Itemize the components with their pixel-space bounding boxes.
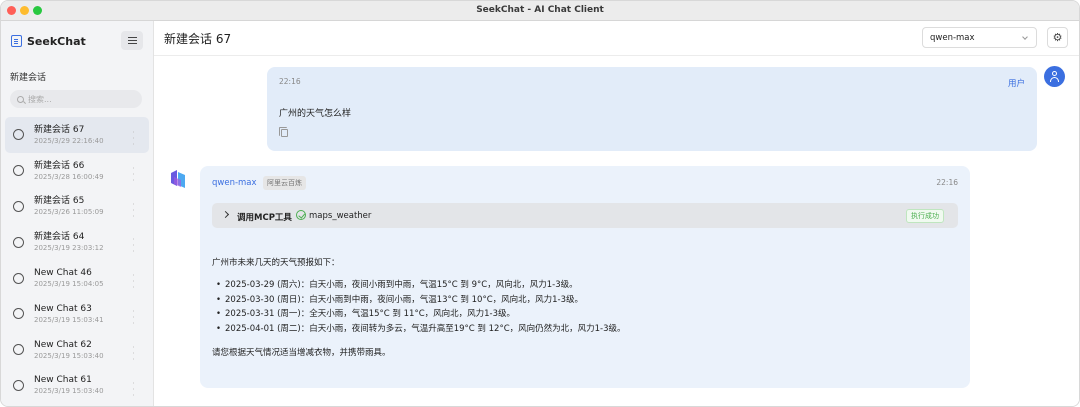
model-select[interactable]: qwen-max — [922, 27, 1037, 48]
document-icon — [11, 35, 22, 47]
chevron-down-icon — [1022, 34, 1028, 40]
brand: SeekChat — [11, 33, 86, 49]
search-placeholder: 搜索... — [28, 94, 52, 104]
sidebar: SeekChat 新建会话 搜索... 新建会话 67 2025/3/29 22… — [1, 21, 154, 406]
more-options-icon[interactable]: · · · — [132, 129, 135, 149]
conversation-item[interactable]: 新建会话 67 2025/3/29 22:16:40 ··· — [5, 117, 149, 153]
toggle-sidebar-button[interactable] — [121, 31, 143, 50]
more-options-icon[interactable]: · · · — [132, 307, 135, 327]
chat-bubble-icon — [13, 271, 24, 284]
list-item: 2025-04-01 (周二)：白天小雨，夜间转为多云，气温升高至19°C 到 … — [216, 322, 626, 337]
chat-bubble-icon — [13, 199, 24, 212]
tool-call-label: 调用MCP工具 — [237, 213, 292, 223]
conversation-title: New Chat 46 — [34, 268, 92, 279]
conversation-title: 新建会话 67 — [34, 124, 85, 135]
conversation-item[interactable]: New Chat 61 2025/3/19 15:03:40 ··· — [5, 368, 149, 404]
user-message: 22:16 用户 广州的天气怎么样 — [267, 67, 1037, 151]
assistant-logo-icon — [171, 170, 185, 188]
settings-button[interactable]: ⚙ — [1047, 27, 1068, 48]
conversation-date: 2025/3/26 11:05:09 — [34, 208, 104, 217]
chat-main: 新建会话 67 qwen-max ⚙ 22:16 用户 广州的天气怎么样 qwe… — [154, 21, 1079, 406]
user-icon — [1050, 71, 1059, 82]
more-options-icon[interactable]: · · · — [132, 200, 135, 220]
conversation-date: 2025/3/29 22:16:40 — [34, 136, 104, 145]
response-intro: 广州市未来几天的天气预报如下： — [212, 258, 340, 268]
conversation-title: 新建会话 64 — [34, 232, 85, 243]
message-sender: 用户 — [1007, 79, 1025, 89]
conversation-date: 2025/3/19 15:03:40 — [34, 351, 104, 360]
conversation-item[interactable]: 新建会话 64 2025/3/19 23:03:12 ··· — [5, 224, 149, 260]
list-item: 2025-03-30 (周日)：白天小雨到中雨，夜间小雨，气温13°C 到 10… — [216, 293, 626, 308]
conversation-item[interactable]: New Chat 62 2025/3/19 15:03:40 ··· — [5, 332, 149, 368]
list-item: 2025-03-29 (周六)：白天小雨，夜间小雨到中雨，气温15°C 到 9°… — [216, 278, 626, 293]
more-options-icon[interactable]: · · · — [132, 379, 135, 399]
list-item: 2025-03-31 (周一)：全天小雨，气温15°C 到 11°C，风向北，风… — [216, 307, 626, 322]
brand-name: SeekChat — [27, 34, 86, 48]
chat-bubble-icon — [13, 127, 24, 141]
provider-badge: 阿里云百炼 — [263, 176, 306, 190]
conversation-date: 2025/3/28 16:00:49 — [34, 172, 104, 181]
chat-bubble-icon — [13, 163, 24, 177]
conversation-title: New Chat 62 — [34, 339, 92, 350]
more-options-icon[interactable]: · · · — [132, 236, 135, 256]
message-time: 22:16 — [279, 77, 301, 86]
message-text: 广州的天气怎么样 — [279, 109, 352, 119]
page-title: 新建会话 67 — [164, 32, 232, 46]
assistant-model-name: qwen-max — [212, 178, 257, 188]
conversation-date: 2025/3/19 15:03:41 — [34, 315, 104, 324]
app-window: SeekChat - AI Chat Client SeekChat 新建会话 … — [0, 0, 1080, 407]
menu-icon — [127, 37, 137, 44]
chevron-right-icon — [221, 210, 230, 219]
conversation-item[interactable]: 新建会话 66 2025/3/28 16:00:49 ··· — [5, 153, 149, 189]
chat-bubble-icon — [13, 378, 24, 391]
conversation-item[interactable]: New Chat 63 2025/3/19 15:03:41 ··· — [5, 296, 149, 332]
conversation-date: 2025/3/19 15:03:40 — [34, 387, 104, 396]
more-options-icon[interactable]: · · · — [132, 164, 135, 184]
forecast-list: 2025-03-29 (周六)：白天小雨，夜间小雨到中雨，气温15°C 到 9°… — [216, 278, 626, 336]
response-advice: 请您根据天气情况适当增减衣物，并携带雨具。 — [212, 348, 391, 358]
window-title: SeekChat - AI Chat Client — [476, 5, 604, 15]
more-options-icon[interactable]: · · · — [132, 272, 135, 292]
tool-name: maps_weather — [309, 211, 372, 221]
conversation-item[interactable]: New Chat 46 2025/3/19 15:04:05 ··· — [5, 260, 149, 296]
title-bar: SeekChat - AI Chat Client — [1, 1, 1079, 21]
check-circle-icon — [296, 210, 306, 220]
chat-bubble-icon — [13, 235, 24, 248]
conversation-date: 2025/3/19 15:04:05 — [34, 280, 104, 289]
message-time: 22:16 — [936, 178, 958, 187]
more-options-icon[interactable]: · · · — [132, 343, 135, 363]
avatar — [1044, 66, 1065, 87]
conversation-item[interactable]: 新建会话 65 2025/3/26 11:05:09 ··· — [5, 189, 149, 225]
chat-bubble-icon — [13, 306, 24, 320]
conversation-title: 新建会话 65 — [34, 196, 85, 207]
gear-icon: ⚙ — [1052, 31, 1063, 44]
model-select-value: qwen-max — [930, 32, 975, 43]
conversation-date: 2025/3/19 23:03:12 — [34, 244, 104, 253]
assistant-message: qwen-max 阿里云百炼 22:16 调用MCP工具 maps_weathe… — [200, 166, 970, 388]
chat-header: 新建会话 67 qwen-max ⚙ — [154, 21, 1079, 56]
chat-bubble-icon — [13, 342, 24, 356]
status-badge: 执行成功 — [906, 209, 944, 223]
new-chat-button[interactable]: 新建会话 — [10, 70, 46, 83]
tool-call-row[interactable]: 调用MCP工具 maps_weather 执行成功 — [212, 203, 958, 228]
search-icon — [17, 95, 24, 103]
copy-icon[interactable] — [279, 127, 288, 137]
search-input[interactable]: 搜索... — [10, 90, 142, 108]
conversation-title: 新建会话 66 — [34, 160, 85, 171]
conversation-list: 新建会话 67 2025/3/29 22:16:40 ··· 新建会话 66 2… — [5, 117, 149, 403]
conversation-title: New Chat 61 — [34, 375, 92, 386]
conversation-title: New Chat 63 — [34, 303, 92, 314]
